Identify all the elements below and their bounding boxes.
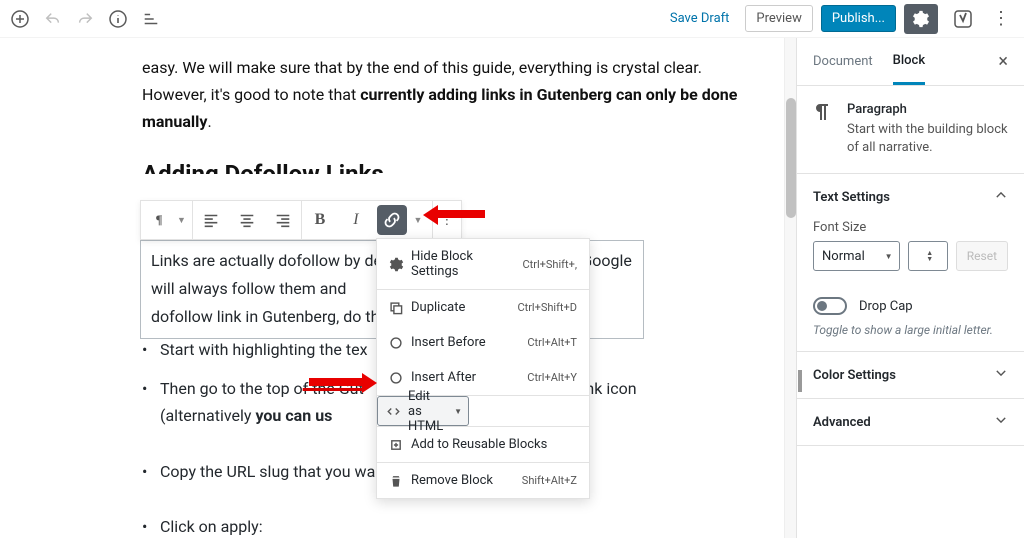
scrollbar-thumb[interactable]: [786, 98, 796, 218]
duplicate-icon: [389, 301, 411, 315]
add-block-icon[interactable]: [10, 9, 30, 29]
dd-duplicate[interactable]: DuplicateCtrl+Shift+D: [377, 290, 589, 325]
font-size-number[interactable]: ▲▼: [908, 241, 948, 271]
close-sidebar-icon[interactable]: ×: [998, 51, 1008, 72]
drop-cap-toggle[interactable]: [813, 297, 847, 315]
block-type-icon[interactable]: ¶: [141, 201, 177, 239]
align-center-icon[interactable]: [229, 201, 265, 239]
section-advanced[interactable]: Advanced: [797, 399, 1024, 445]
reset-button[interactable]: Reset: [956, 241, 1008, 271]
bold-icon[interactable]: B: [302, 201, 338, 239]
chevron-down-icon: [994, 366, 1008, 384]
pane-drag-handle[interactable]: [798, 370, 802, 392]
reusable-icon: [389, 438, 411, 452]
more-menu-icon[interactable]: ⋮: [988, 8, 1014, 29]
yoast-icon[interactable]: [946, 4, 980, 34]
annotation-arrow-2: [306, 370, 380, 400]
settings-gear-icon[interactable]: [904, 4, 938, 34]
tab-document[interactable]: Document: [813, 40, 873, 83]
block-options-dropdown: Hide Block SettingsCtrl+Shift+, Duplicat…: [376, 238, 590, 499]
settings-sidebar: Document Block × Paragraph Start with th…: [796, 38, 1024, 538]
editor-canvas: easy. We will make sure that by the end …: [0, 38, 796, 538]
paragraph-icon: [813, 102, 833, 157]
trash-icon: [389, 474, 411, 488]
insert-after-icon: [389, 371, 411, 385]
dd-hide-settings[interactable]: Hide Block SettingsCtrl+Shift+,: [377, 239, 589, 289]
italic-icon[interactable]: I: [338, 201, 374, 239]
publish-button[interactable]: Publish...: [821, 5, 896, 32]
drop-cap-hint: Toggle to show a large initial letter.: [797, 319, 1024, 351]
section-color-settings[interactable]: Color Settings: [797, 352, 1024, 398]
editor-scrollbar[interactable]: [784, 38, 796, 538]
dd-remove[interactable]: Remove BlockShift+Alt+Z: [377, 463, 589, 498]
insert-before-icon: [389, 336, 411, 350]
preview-button[interactable]: Preview: [745, 5, 812, 32]
block-toolbar: ¶▼ B I ▼ ⋮: [140, 200, 462, 240]
html-icon: [386, 404, 408, 419]
list-item: •Click on apply:: [142, 513, 642, 538]
font-size-label: Font Size: [813, 220, 1008, 235]
save-draft-button[interactable]: Save Draft: [662, 5, 738, 32]
gear-icon: [389, 257, 411, 272]
undo-icon[interactable]: [44, 10, 62, 28]
link-icon[interactable]: [377, 205, 407, 235]
tab-block[interactable]: Block: [893, 39, 925, 85]
editor-topbar: Save Draft Preview Publish... ⋮: [0, 0, 1024, 38]
align-right-icon[interactable]: [265, 201, 301, 239]
dd-insert-before[interactable]: Insert BeforeCtrl+Alt+T: [377, 325, 589, 360]
align-left-icon[interactable]: [193, 201, 229, 239]
block-description: Start with the building block of all nar…: [847, 121, 1008, 157]
outline-icon[interactable]: [142, 10, 160, 28]
dd-edit-html[interactable]: Edit as HTML: [377, 396, 469, 426]
drop-cap-label: Drop Cap: [859, 299, 913, 314]
chevron-down-icon: [994, 413, 1008, 431]
block-name: Paragraph: [847, 102, 1008, 117]
heading-cut: Adding Dofollow Links: [142, 154, 752, 174]
redo-icon[interactable]: [76, 10, 94, 28]
annotation-arrow-1: [420, 202, 490, 232]
chevron-up-icon: [994, 188, 1008, 206]
font-size-select[interactable]: Normal: [813, 241, 900, 271]
info-icon[interactable]: [108, 9, 128, 29]
section-text-settings[interactable]: Text Settings: [797, 174, 1024, 220]
paragraph-intro: easy. We will make sure that by the end …: [142, 38, 752, 136]
